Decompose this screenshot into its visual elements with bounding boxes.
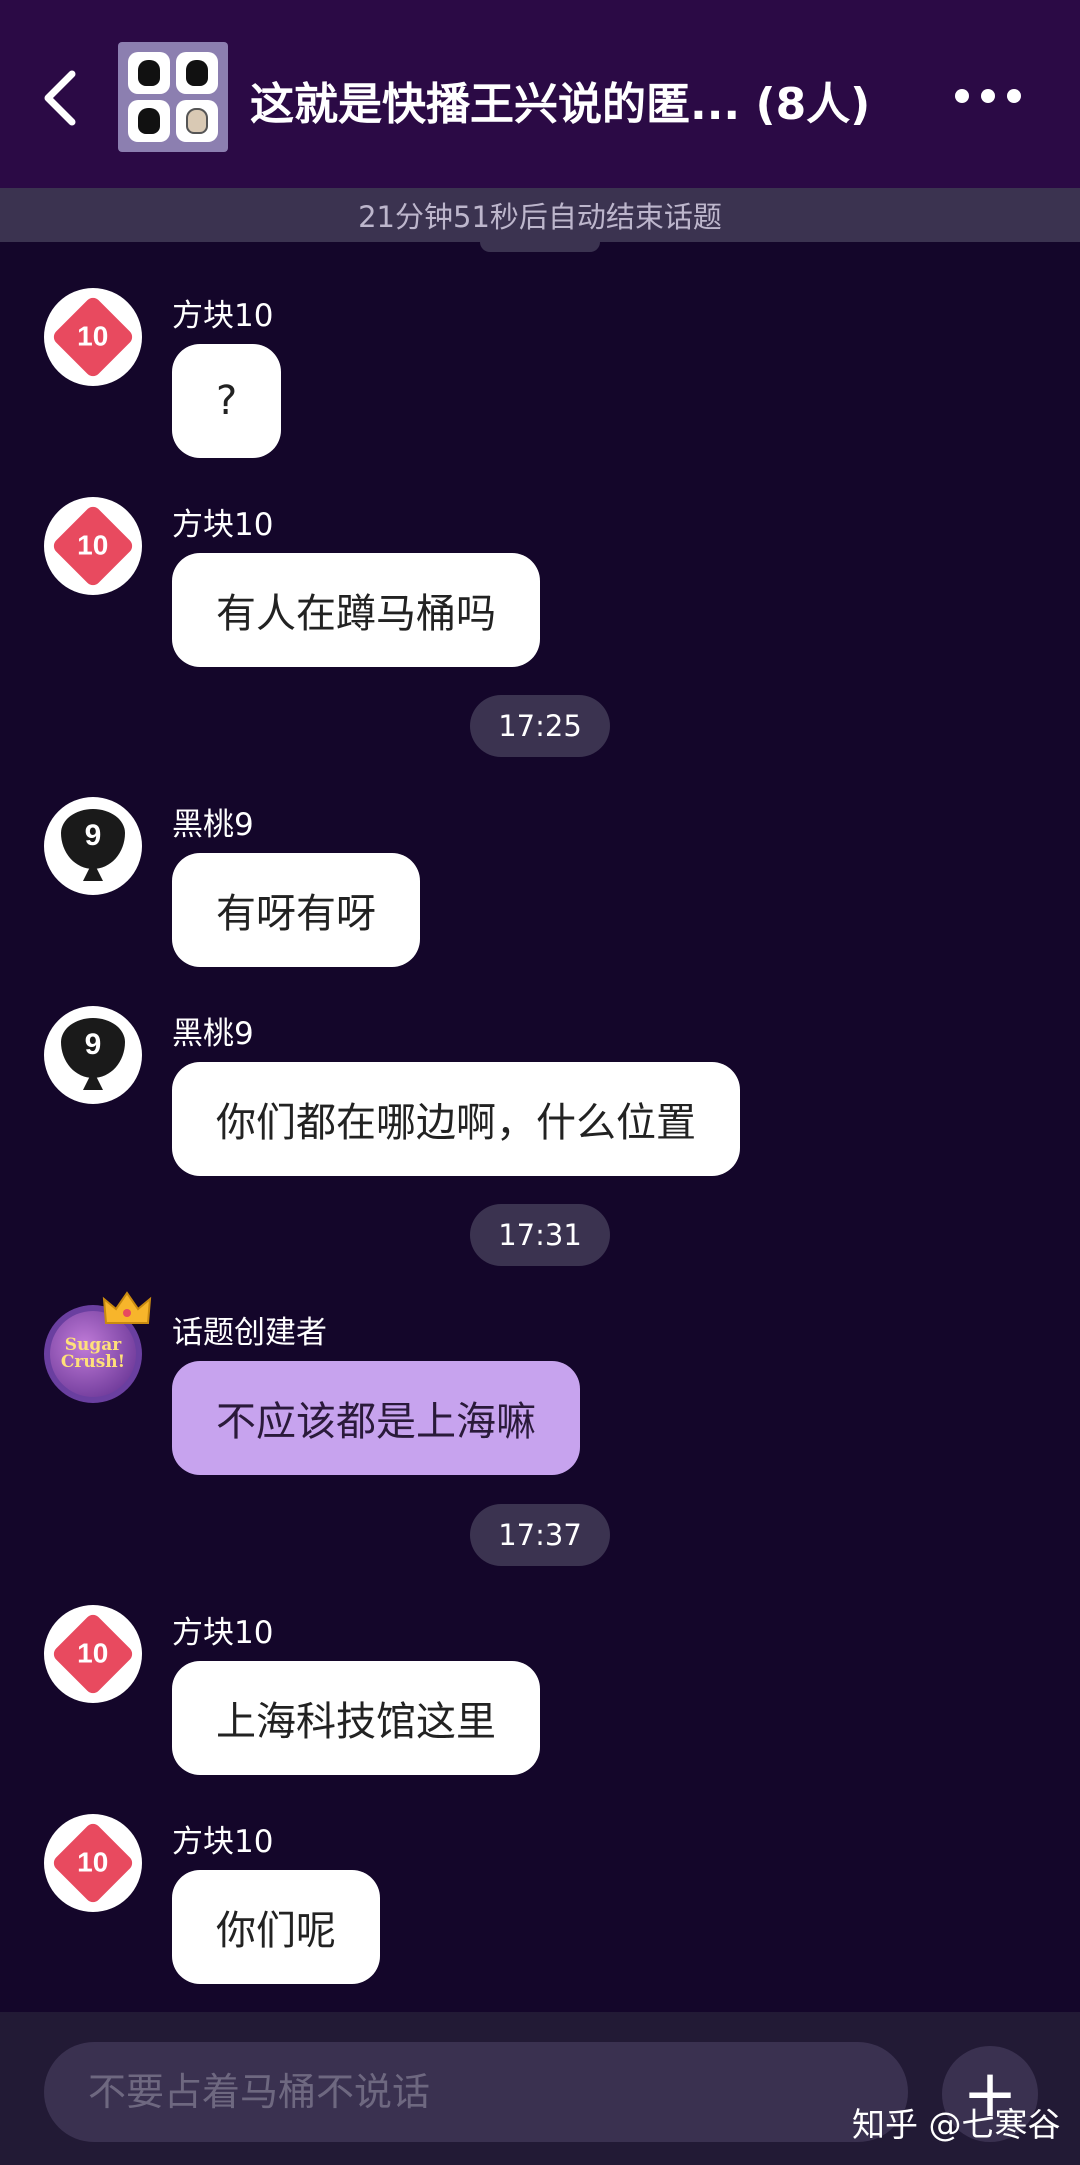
member-face-icon xyxy=(176,52,218,94)
message-bubble[interactable]: 有人在蹲马桶吗 xyxy=(172,553,540,667)
message-bubble[interactable]: 你们都在哪边啊，什么位置 xyxy=(172,1062,740,1176)
spade-icon: 9 xyxy=(58,1018,128,1092)
spade-icon: 9 xyxy=(58,809,128,883)
member-face-icon xyxy=(128,100,170,142)
diamond-icon: 10 xyxy=(50,294,136,380)
sender-name: 话题创建者 xyxy=(172,1315,327,1351)
diamond-icon: 10 xyxy=(50,1820,136,1906)
sender-name: 方块10 xyxy=(172,298,274,334)
timestamp-pill: 17:37 xyxy=(470,1504,610,1566)
more-button[interactable] xyxy=(955,78,1021,114)
creator-message-bubble[interactable]: 不应该都是上海嘛 xyxy=(172,1361,580,1475)
spade-9-avatar[interactable]: 9 xyxy=(44,1006,142,1104)
member-face-icon xyxy=(128,52,170,94)
message-bubble[interactable]: ? xyxy=(172,344,282,458)
message-bubble[interactable]: 上海科技馆这里 xyxy=(172,1661,540,1775)
sender-name: 黑桃9 xyxy=(172,1016,254,1052)
spade-9-avatar[interactable]: 9 xyxy=(44,797,142,895)
sender-name: 方块10 xyxy=(172,1615,274,1651)
timestamp-pill: 17:25 xyxy=(470,695,610,757)
more-dot-icon xyxy=(955,89,969,103)
diamond-icon: 10 xyxy=(50,1611,136,1697)
crown-icon xyxy=(102,1291,152,1324)
sender-name: 方块10 xyxy=(172,1824,274,1860)
sender-name: 方块10 xyxy=(172,507,274,543)
chat-header: 这就是快播王兴说的匿... (8人) xyxy=(0,0,1080,188)
zhihu-watermark: 知乎 @七寒谷 xyxy=(852,2105,1061,2144)
chat-title[interactable]: 这就是快播王兴说的匿... (8人) xyxy=(250,68,870,132)
diamond-10-avatar[interactable]: 10 xyxy=(44,497,142,595)
sender-name: 黑桃9 xyxy=(172,807,254,843)
diamond-icon: 10 xyxy=(50,503,136,589)
more-dot-icon xyxy=(981,89,995,103)
message-input[interactable] xyxy=(44,2042,908,2142)
message-bubble[interactable]: 有呀有呀 xyxy=(172,853,420,967)
diamond-10-avatar[interactable]: 10 xyxy=(44,1605,142,1703)
diamond-10-avatar[interactable]: 10 xyxy=(44,1814,142,1912)
creator-avatar[interactable]: Sugar Crush! xyxy=(44,1291,152,1403)
topic-timer-banner: 21分钟51秒后自动结束话题 xyxy=(0,188,1080,242)
group-avatar[interactable] xyxy=(118,42,228,152)
timestamp-pill: 17:31 xyxy=(470,1204,610,1266)
timer-notch xyxy=(480,242,600,252)
back-button[interactable] xyxy=(30,58,90,138)
message-bubble[interactable]: 你们呢 xyxy=(172,1870,380,1984)
diamond-10-avatar[interactable]: 10 xyxy=(44,288,142,386)
member-face-icon xyxy=(176,100,218,142)
more-dot-icon xyxy=(1007,89,1021,103)
chevron-left-icon xyxy=(44,70,76,126)
